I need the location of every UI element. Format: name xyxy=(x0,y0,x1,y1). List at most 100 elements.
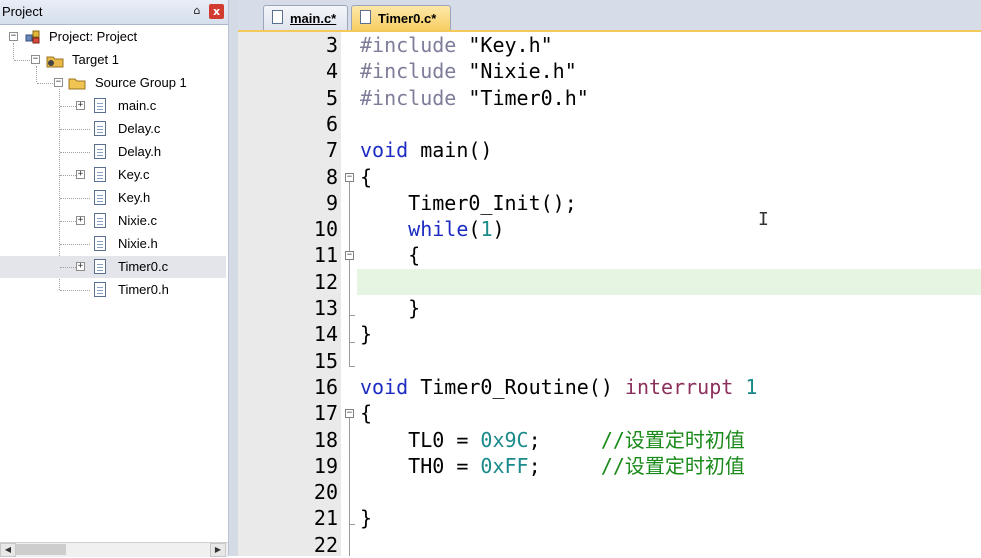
close-icon[interactable]: x xyxy=(209,4,224,19)
line-number: 10 xyxy=(313,217,338,242)
code-text[interactable]: } xyxy=(360,505,372,531)
fold-collapse-icon[interactable]: − xyxy=(345,173,354,182)
tree-item-label: Delay.h xyxy=(118,144,162,159)
line-number: 7 xyxy=(325,138,338,163)
line-number: 3 xyxy=(325,33,338,57)
project-panel: Project ⌂ x − Project: Project − Target … xyxy=(0,0,229,557)
tab-timer0-c[interactable]: Timer0.c* xyxy=(351,5,451,30)
code-line[interactable]: 6 xyxy=(238,111,981,137)
code-text[interactable]: { xyxy=(360,164,372,190)
code-line[interactable]: 7 void main() xyxy=(238,137,981,163)
line-number: 22 xyxy=(313,532,338,557)
document-icon xyxy=(272,10,283,24)
expand-icon[interactable]: + xyxy=(76,101,85,110)
fold-guide xyxy=(349,418,350,556)
code-line[interactable]: 3 #include "Key.h" xyxy=(238,32,981,58)
scroll-left-icon[interactable]: ◀ xyxy=(0,543,16,557)
tree-item-target[interactable]: − Target 1 xyxy=(0,49,226,71)
line-number: 20 xyxy=(313,480,338,505)
code-line[interactable]: 4 #include "Nixie.h" xyxy=(238,58,981,84)
expand-icon[interactable]: + xyxy=(76,216,85,225)
line-number: 5 xyxy=(325,85,338,110)
tree-item-label: Timer0.h xyxy=(118,282,169,297)
file-icon xyxy=(94,213,106,228)
fold-guide xyxy=(349,342,350,366)
tree-item-file[interactable]: + Nixie.c xyxy=(0,210,226,232)
tree-item-file[interactable]: Key.h xyxy=(0,187,226,209)
fold-guide xyxy=(349,182,350,342)
horizontal-scrollbar[interactable]: ◀ ▶ xyxy=(0,542,228,557)
file-icon xyxy=(94,98,106,113)
code-text[interactable]: } xyxy=(360,295,420,321)
code-text[interactable]: } xyxy=(360,321,372,347)
current-line-highlight xyxy=(357,268,981,295)
file-icon xyxy=(94,259,106,274)
line-number: 13 xyxy=(313,296,338,320)
file-icon xyxy=(94,121,106,136)
file-icon xyxy=(94,282,106,297)
code-text[interactable]: void Timer0_Routine() interrupt 1 xyxy=(360,374,757,400)
panel-splitter[interactable] xyxy=(229,0,238,556)
tree-item-label: main.c xyxy=(118,98,157,113)
fold-end xyxy=(349,315,355,316)
code-text[interactable]: #include "Timer0.h" xyxy=(360,85,589,111)
code-text[interactable]: #include "Nixie.h" xyxy=(360,58,577,84)
editor-tab-bar: main.c* Timer0.c* xyxy=(238,0,981,32)
tree-item-label: Source Group 1 xyxy=(95,75,187,90)
tree-item-file[interactable]: + main.c xyxy=(0,95,226,117)
code-text[interactable]: TH0 = 0xFF; //设置定时初值 xyxy=(360,453,745,479)
tree-item-label: Nixie.c xyxy=(118,213,158,228)
line-number: 6 xyxy=(325,111,338,136)
code-line[interactable]: 5 #include "Timer0.h" xyxy=(238,85,981,111)
project-panel-title: Project xyxy=(2,4,43,19)
collapse-icon[interactable]: − xyxy=(9,32,18,41)
tree-item-file[interactable]: Delay.c xyxy=(0,118,226,140)
tree-item-label: Key.c xyxy=(118,167,150,182)
code-line[interactable]: 16 void Timer0_Routine() interrupt 1 xyxy=(238,374,981,400)
tree-item-project[interactable]: − Project: Project xyxy=(0,26,226,48)
text-cursor-icon: I xyxy=(758,209,769,230)
line-number: 18 xyxy=(313,427,338,452)
tree-item-label: Key.h xyxy=(118,190,151,205)
code-text[interactable]: Timer0_Init(); xyxy=(360,190,577,216)
tree-item-file[interactable]: Nixie.h xyxy=(0,233,226,255)
fold-collapse-icon[interactable]: − xyxy=(345,409,354,418)
tree-item-file[interactable]: + Key.c xyxy=(0,164,226,186)
line-number: 9 xyxy=(325,190,338,215)
line-number: 17 xyxy=(313,401,338,426)
code-text[interactable]: { xyxy=(360,400,372,426)
code-text[interactable]: TL0 = 0x9C; //设置定时初值 xyxy=(360,427,745,453)
pin-icon[interactable]: ⌂ xyxy=(191,4,203,18)
tree-item-file[interactable]: Delay.h xyxy=(0,141,226,163)
expand-icon[interactable]: + xyxy=(76,262,85,271)
scroll-thumb[interactable] xyxy=(16,544,66,555)
line-number: 11 xyxy=(313,243,338,268)
tree-item-source-group[interactable]: − Source Group 1 xyxy=(0,72,226,94)
folder-icon xyxy=(68,75,86,91)
fold-collapse-icon[interactable]: − xyxy=(345,251,354,260)
code-text[interactable]: #include "Key.h" xyxy=(360,32,553,58)
line-number: 14 xyxy=(313,322,338,347)
tab-main-c[interactable]: main.c* xyxy=(263,5,348,30)
code-text[interactable]: void main() xyxy=(360,137,492,163)
code-text[interactable]: while(1) xyxy=(360,216,504,242)
tree-item-label: Target 1 xyxy=(72,52,119,67)
code-editor[interactable]: 3 #include "Key.h" 4 #include "Nixie.h" 5 #in… xyxy=(238,32,981,557)
file-icon xyxy=(94,190,106,205)
project-panel-header: Project ⌂ x xyxy=(0,0,228,25)
file-icon xyxy=(94,167,106,182)
scroll-right-icon[interactable]: ▶ xyxy=(210,543,226,557)
expand-icon[interactable]: + xyxy=(76,170,85,179)
collapse-icon[interactable]: − xyxy=(54,78,63,87)
collapse-icon[interactable]: − xyxy=(31,55,40,64)
tree-item-file[interactable]: Timer0.h xyxy=(0,279,226,301)
tree-item-label: Timer0.c xyxy=(118,259,169,274)
target-icon xyxy=(46,52,64,68)
project-icon xyxy=(25,29,41,45)
code-text[interactable]: { xyxy=(360,242,420,268)
line-number: 4 xyxy=(325,59,338,84)
line-number: 21 xyxy=(313,506,338,531)
tree-item-file-selected[interactable]: + Timer0.c xyxy=(0,256,226,278)
tab-label: Timer0.c* xyxy=(378,11,437,26)
fold-end xyxy=(349,524,355,525)
